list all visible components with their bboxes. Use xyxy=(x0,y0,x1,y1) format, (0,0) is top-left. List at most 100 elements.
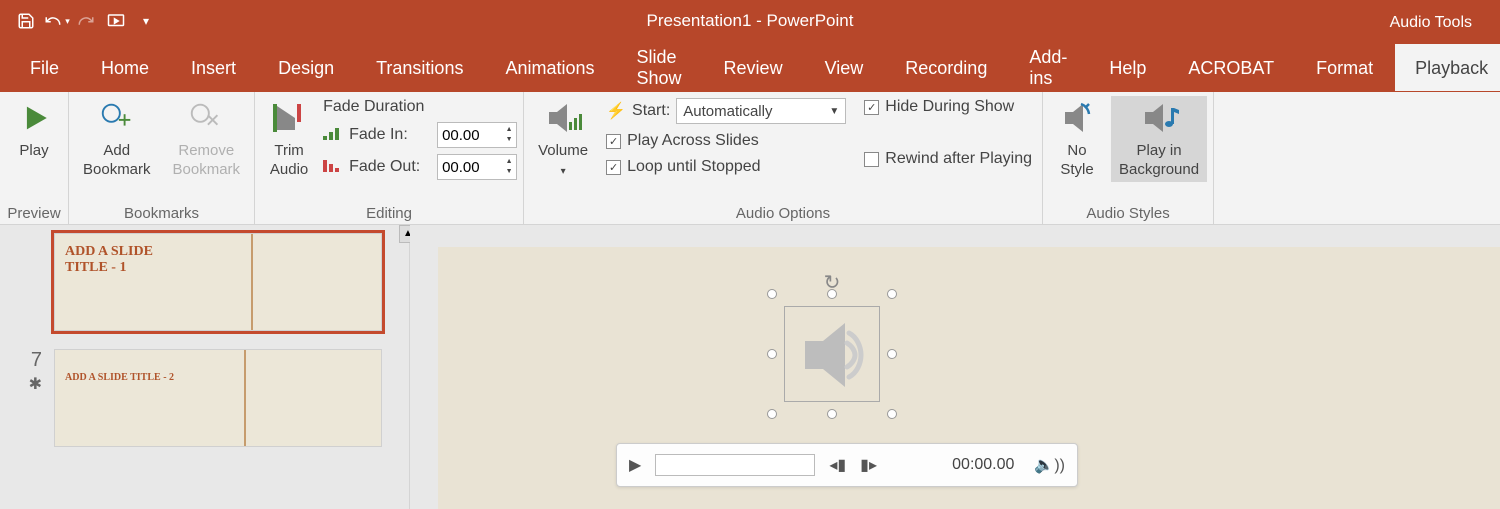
window-title: Presentation1 - PowerPoint xyxy=(0,11,1500,31)
play-background-icon xyxy=(1139,98,1179,138)
play-across-label: Play Across Slides xyxy=(627,132,759,150)
slide-number xyxy=(6,233,42,331)
tab-format[interactable]: Format xyxy=(1296,44,1393,91)
tab-animations[interactable]: Animations xyxy=(485,44,614,91)
rewind-label: Rewind after Playing xyxy=(885,150,1032,168)
slide-title-1: ADD A SLIDE TITLE - 1 xyxy=(65,244,153,276)
remove-bookmark-icon xyxy=(186,98,226,138)
volume-button[interactable]: Volume▾ xyxy=(530,96,596,182)
play-in-background-button[interactable]: Play in Background xyxy=(1111,96,1207,182)
fade-in-input[interactable]: ▲▼ xyxy=(437,122,517,148)
start-dropdown[interactable]: Automatically ▼ xyxy=(676,98,846,124)
quick-access-toolbar: ▾ ▾ xyxy=(0,7,160,35)
animation-star-icon: ✱ xyxy=(29,376,42,393)
slide-divider xyxy=(244,350,246,446)
play-icon[interactable]: ▶ xyxy=(629,455,641,475)
spin-up-icon[interactable]: ▲ xyxy=(502,157,516,167)
group-label-bookmarks: Bookmarks xyxy=(75,203,248,222)
loop-label: Loop until Stopped xyxy=(627,158,760,176)
fade-out-input[interactable]: ▲▼ xyxy=(437,154,517,180)
tab-view[interactable]: View xyxy=(805,44,884,91)
media-playbar: ▶ ◂▮ ▮▸ 00:00.00 🔈)) xyxy=(616,443,1078,487)
fade-in-icon xyxy=(323,126,343,145)
resize-handle[interactable] xyxy=(827,289,837,299)
ribbon: Play Preview Add Bookmark Remove Bookmar… xyxy=(0,92,1500,225)
tab-design[interactable]: Design xyxy=(258,44,354,91)
hide-checkbox[interactable]: ✓ xyxy=(864,100,879,115)
slide-canvas[interactable]: ↻ ▶ ◂▮ xyxy=(438,247,1500,509)
resize-handle[interactable] xyxy=(767,409,777,419)
tab-insert[interactable]: Insert xyxy=(171,44,256,91)
no-style-button[interactable]: No Style xyxy=(1049,96,1105,182)
group-editing: Trim Audio Fade Duration Fade In: ▲▼ Fad… xyxy=(255,92,524,224)
resize-handle[interactable] xyxy=(827,409,837,419)
qat-customize[interactable]: ▾ xyxy=(132,7,160,35)
group-audio-styles: No Style Play in Background Audio Styles xyxy=(1043,92,1214,224)
contextual-tab-title: Audio Tools xyxy=(1390,14,1472,32)
loop-checkbox[interactable]: ✓ xyxy=(606,160,621,175)
slide-title-2: ADD A SLIDE TITLE - 2 xyxy=(65,372,174,383)
slide-panel[interactable]: ADD A SLIDE TITLE - 1 7 ✱ ADD A SLIDE TI… xyxy=(0,225,410,509)
save-button[interactable] xyxy=(12,7,40,35)
play-button[interactable]: Play xyxy=(6,96,62,163)
group-label-preview: Preview xyxy=(6,203,62,222)
audio-object-selection[interactable]: ↻ xyxy=(772,294,892,414)
fade-out-value[interactable] xyxy=(438,155,502,179)
play-across-checkbox[interactable]: ✓ xyxy=(606,134,621,149)
skip-forward-icon[interactable]: ▮▸ xyxy=(860,455,877,475)
spin-up-icon[interactable]: ▲ xyxy=(502,125,516,135)
redo-button[interactable] xyxy=(72,7,100,35)
resize-handle[interactable] xyxy=(767,349,777,359)
playback-time: 00:00.00 xyxy=(952,456,1014,474)
fade-in-value[interactable] xyxy=(438,123,502,147)
slide-editor[interactable]: ↻ ▶ ◂▮ xyxy=(410,225,1500,509)
lightning-icon: ⚡ xyxy=(606,101,626,121)
group-label-audio-options: Audio Options xyxy=(530,203,1036,222)
tab-slideshow[interactable]: Slide Show xyxy=(617,33,702,101)
tab-addins[interactable]: Add-ins xyxy=(1009,33,1087,101)
volume-icon xyxy=(543,98,583,138)
tab-help[interactable]: Help xyxy=(1089,44,1166,91)
spin-down-icon[interactable]: ▼ xyxy=(502,167,516,177)
remove-bookmark-button[interactable]: Remove Bookmark xyxy=(165,96,249,182)
tab-playback[interactable]: Playback xyxy=(1395,44,1500,91)
spin-down-icon[interactable]: ▼ xyxy=(502,135,516,145)
resize-handle[interactable] xyxy=(887,289,897,299)
skip-back-icon[interactable]: ◂▮ xyxy=(829,455,846,475)
tab-file[interactable]: File xyxy=(10,44,79,91)
no-style-icon xyxy=(1057,98,1097,138)
rewind-checkbox[interactable] xyxy=(864,152,879,167)
fade-out-label: Fade Out: xyxy=(349,158,431,176)
group-preview: Play Preview xyxy=(0,92,69,224)
slide-thumbnail-1[interactable]: ADD A SLIDE TITLE - 1 xyxy=(54,233,382,331)
add-bookmark-button[interactable]: Add Bookmark xyxy=(75,96,159,182)
undo-button[interactable]: ▾ xyxy=(42,7,70,35)
hide-label: Hide During Show xyxy=(885,98,1014,116)
group-label-audio-styles: Audio Styles xyxy=(1049,203,1207,222)
slide-divider xyxy=(251,234,253,330)
title-bar: ▾ ▾ Presentation1 - PowerPoint Audio Too… xyxy=(0,0,1500,42)
resize-handle[interactable] xyxy=(767,289,777,299)
slide-number-7: 7 xyxy=(31,349,42,371)
add-bookmark-icon xyxy=(97,98,137,138)
start-label: Start: xyxy=(632,102,670,120)
resize-handle[interactable] xyxy=(887,349,897,359)
tab-recording[interactable]: Recording xyxy=(885,44,1007,91)
work-area: ADD A SLIDE TITLE - 1 7 ✱ ADD A SLIDE TI… xyxy=(0,225,1500,509)
slide-thumbnail-2[interactable]: ADD A SLIDE TITLE - 2 xyxy=(54,349,382,447)
group-bookmarks: Add Bookmark Remove Bookmark Bookmarks xyxy=(69,92,255,224)
trim-audio-button[interactable]: Trim Audio xyxy=(261,96,317,182)
play-icon xyxy=(14,98,54,138)
tab-transitions[interactable]: Transitions xyxy=(356,44,483,91)
tab-acrobat[interactable]: ACROBAT xyxy=(1168,44,1294,91)
resize-handle[interactable] xyxy=(887,409,897,419)
fade-duration-label: Fade Duration xyxy=(323,98,517,116)
chevron-down-icon: ▼ xyxy=(829,106,839,117)
volume-icon[interactable]: 🔈)) xyxy=(1034,455,1065,475)
seek-track[interactable] xyxy=(655,454,815,476)
tab-review[interactable]: Review xyxy=(704,44,803,91)
dropdown-icon: ▾ xyxy=(561,166,566,177)
slideshow-button[interactable] xyxy=(102,7,130,35)
group-audio-options: Volume▾ ⚡ Start: Automatically ▼ ✓ Play … xyxy=(524,92,1043,224)
tab-home[interactable]: Home xyxy=(81,44,169,91)
